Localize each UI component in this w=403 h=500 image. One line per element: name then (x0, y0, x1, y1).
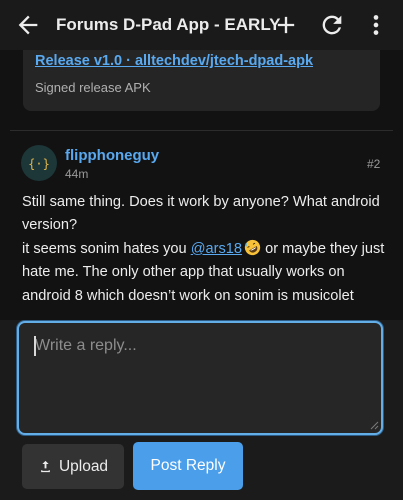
post-number: #2 (367, 157, 381, 171)
post-reply-button-label: Post Reply (150, 457, 226, 474)
svg-text:{·}: {·} (28, 157, 50, 171)
reply-input[interactable] (19, 323, 381, 433)
app-bar: Forums D-Pad App - EARLY (0, 0, 403, 50)
reply-input-container (17, 321, 383, 435)
user-mention-link[interactable]: @ars18 (191, 241, 242, 257)
text-caret (34, 336, 36, 356)
avatar-logo-icon: {·} (28, 157, 50, 171)
upload-button-label: Upload (58, 457, 109, 475)
refresh-icon[interactable] (318, 11, 346, 39)
release-link[interactable]: Release v1.0 · alltechdev/jtech-dpad-apk (35, 53, 313, 69)
post-body: Still same thing. Does it work by anyone… (22, 191, 386, 308)
post-line: it seems sonim hates you @ars18 or maybe… (22, 238, 386, 261)
release-description: Signed release APK (35, 80, 151, 95)
plus-icon[interactable] (272, 11, 300, 39)
arrow-back-icon[interactable] (14, 11, 42, 39)
post-author[interactable]: flipphoneguy (65, 147, 159, 164)
upload-button[interactable]: Upload (22, 444, 124, 489)
post-line: Still same thing. Does it work by anyone… (22, 194, 380, 210)
post-text: or maybe they just (261, 240, 385, 257)
resize-grip-icon[interactable] (369, 420, 379, 430)
post-text: it seems sonim hates you (22, 240, 191, 257)
post-divider (10, 130, 393, 131)
rolling-on-floor-laughing-emoji-icon (244, 239, 261, 255)
post-line: android 8 which doesn’t work on sonim is… (22, 287, 354, 304)
post-line: version? (22, 217, 78, 234)
post-line: hate me. The only other app that usually… (22, 264, 345, 281)
avatar[interactable]: {·} (21, 145, 57, 181)
more-vert-icon[interactable] (362, 11, 390, 39)
page-title: Forums D-Pad App - EARLY (56, 15, 281, 34)
post-reply-button[interactable]: Post Reply (133, 442, 243, 490)
post-timestamp: 44m (65, 167, 89, 181)
upload-icon (41, 460, 50, 473)
